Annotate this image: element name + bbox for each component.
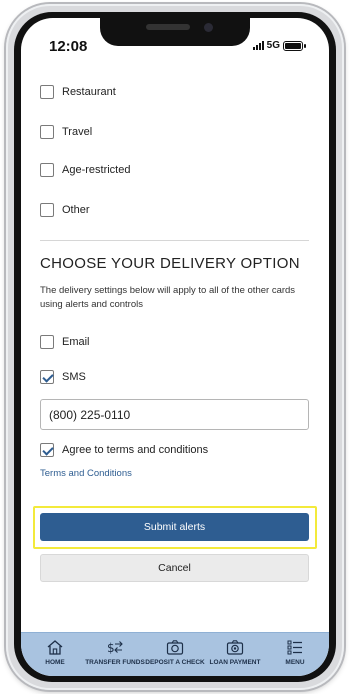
- status-indicators: 5G: [252, 40, 306, 51]
- phone-number-input[interactable]: [40, 399, 309, 430]
- checkbox-other[interactable]: [40, 203, 54, 217]
- tab-label: MENU: [285, 659, 305, 666]
- tab-label: TRANSFER FUNDS: [85, 659, 145, 666]
- home-icon: [45, 638, 65, 656]
- checkbox-age-restricted[interactable]: [40, 163, 54, 177]
- battery-icon: [283, 40, 306, 51]
- category-label: Travel: [62, 126, 93, 138]
- tab-menu[interactable]: MENU: [265, 638, 325, 676]
- category-travel[interactable]: Travel: [40, 122, 92, 142]
- camera-icon: [165, 638, 185, 656]
- checkbox-travel[interactable]: [40, 125, 54, 139]
- phone-notch: [100, 18, 250, 46]
- tab-label: DEPOSIT A CHECK: [145, 659, 205, 666]
- bottom-tab-bar: HOME $ TRANSFER FUNDS DEPOSIT A CHECK LO…: [21, 632, 329, 676]
- category-age-restricted[interactable]: Age-restricted: [40, 160, 130, 180]
- terms-agreement[interactable]: Agree to terms and conditions: [40, 440, 208, 460]
- email-label: Email: [62, 336, 90, 348]
- checkbox-terms[interactable]: [40, 443, 54, 457]
- submit-alerts-button[interactable]: Submit alerts: [40, 513, 309, 541]
- loan-payment-icon: [225, 638, 245, 656]
- category-label: Age-restricted: [62, 164, 131, 176]
- svg-text:$: $: [107, 641, 115, 655]
- category-other[interactable]: Other: [40, 200, 90, 220]
- tab-deposit-check[interactable]: DEPOSIT A CHECK: [145, 638, 205, 676]
- delivery-sms-option[interactable]: SMS: [40, 367, 86, 387]
- checkbox-sms[interactable]: [40, 370, 54, 384]
- cancel-button[interactable]: Cancel: [40, 554, 309, 582]
- delivery-email-option[interactable]: Email: [40, 332, 90, 352]
- checkbox-restaurant[interactable]: [40, 85, 54, 99]
- terms-label: Agree to terms and conditions: [62, 444, 209, 456]
- network-label: 5G: [266, 40, 280, 51]
- section-divider: [40, 240, 309, 241]
- category-restaurant[interactable]: Restaurant: [40, 82, 116, 102]
- category-label: Restaurant: [62, 86, 116, 98]
- status-time: 12:08: [49, 38, 88, 55]
- tab-transfer-funds[interactable]: $ TRANSFER FUNDS: [85, 638, 145, 676]
- tab-loan-payment[interactable]: LOAN PAYMENT: [205, 638, 265, 676]
- battery-level: [285, 42, 301, 49]
- delivery-title: CHOOSE YOUR DELIVERY OPTION: [40, 255, 300, 272]
- checkbox-email[interactable]: [40, 335, 54, 349]
- menu-icon: [285, 638, 305, 656]
- delivery-description: The delivery settings below will apply t…: [40, 285, 296, 310]
- tab-label: HOME: [45, 659, 65, 666]
- tab-home[interactable]: HOME: [25, 638, 85, 676]
- signal-icon: [252, 41, 264, 50]
- front-camera: [204, 23, 213, 32]
- sms-label: SMS: [62, 371, 86, 383]
- speaker-grille: [146, 24, 190, 30]
- phone-frame: 12:08 5G Restaurant Travel Age-restricte…: [6, 4, 344, 690]
- terms-link[interactable]: Terms and Conditions: [40, 468, 132, 479]
- app-screen: 12:08 5G Restaurant Travel Age-restricte…: [21, 18, 329, 676]
- transfer-icon: $: [105, 638, 125, 656]
- category-label: Other: [62, 204, 90, 216]
- phone-bezel: 12:08 5G Restaurant Travel Age-restricte…: [14, 12, 336, 682]
- tab-label: LOAN PAYMENT: [209, 659, 261, 666]
